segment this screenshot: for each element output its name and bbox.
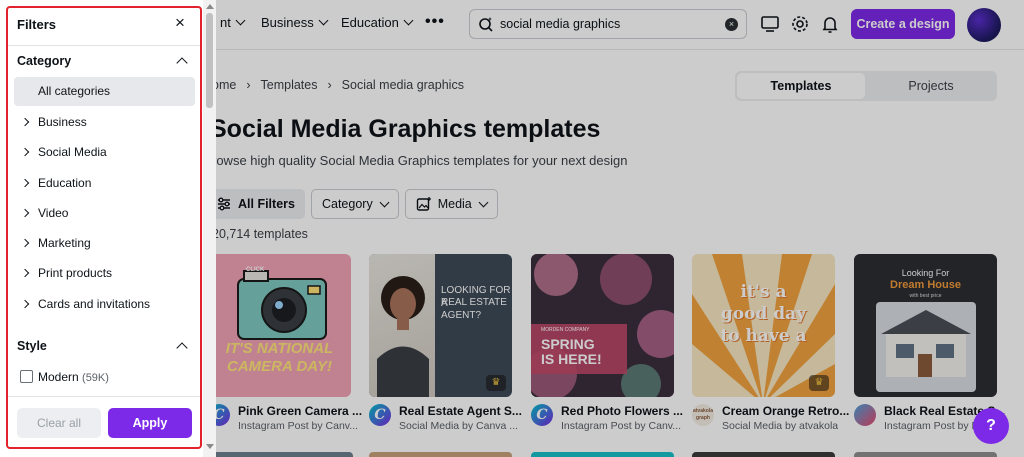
chevron-right-icon xyxy=(20,208,30,218)
chevron-right-icon xyxy=(20,268,30,278)
filters-panel: Filters × Category All categories Busine… xyxy=(0,0,216,457)
category-label: Education xyxy=(38,176,92,190)
category-label: Video xyxy=(38,206,69,220)
category-item-video[interactable]: Video xyxy=(20,206,69,220)
chevron-right-icon xyxy=(20,238,30,248)
chevron-up-icon[interactable] xyxy=(176,342,188,354)
category-label: Cards and invitations xyxy=(38,297,151,311)
chevron-right-icon xyxy=(20,178,30,188)
chevron-right-icon xyxy=(20,299,30,309)
chevron-right-icon xyxy=(20,117,30,127)
scrollbar[interactable] xyxy=(203,0,216,457)
category-item-marketing[interactable]: Marketing xyxy=(20,236,91,250)
category-item-cards-and-invitations[interactable]: Cards and invitations xyxy=(20,297,151,311)
close-icon[interactable]: × xyxy=(175,14,185,32)
category-label: Print products xyxy=(38,266,113,280)
scroll-up-arrow-icon[interactable] xyxy=(206,4,214,9)
category-section-title: Category xyxy=(17,54,72,68)
category-item-education[interactable]: Education xyxy=(20,176,92,190)
category-item-business[interactable]: Business xyxy=(20,115,87,129)
category-item-social-media[interactable]: Social Media xyxy=(20,145,107,159)
category-label: Marketing xyxy=(38,236,91,250)
scroll-down-arrow-icon[interactable] xyxy=(206,444,214,449)
style-option-label: Modern xyxy=(38,370,79,384)
clear-all-button[interactable]: Clear all xyxy=(17,408,101,438)
style-section-title: Style xyxy=(17,339,47,353)
scroll-thumb[interactable] xyxy=(206,13,213,108)
category-item-print-products[interactable]: Print products xyxy=(20,266,113,280)
apply-button[interactable]: Apply xyxy=(108,408,192,438)
category-label: Business xyxy=(38,115,87,129)
chevron-up-icon[interactable] xyxy=(176,57,188,69)
divider xyxy=(8,396,202,397)
category-label: Social Media xyxy=(38,145,107,159)
category-all[interactable]: All categories xyxy=(14,77,195,106)
filters-panel-title: Filters xyxy=(17,17,57,32)
divider xyxy=(8,45,202,46)
chevron-right-icon xyxy=(20,147,30,157)
style-option-count: (59K) xyxy=(82,372,109,384)
style-modern-checkbox[interactable] xyxy=(20,370,33,383)
help-button[interactable]: ? xyxy=(973,408,1009,444)
style-modern-label[interactable]: Modern (59K) xyxy=(38,370,109,384)
